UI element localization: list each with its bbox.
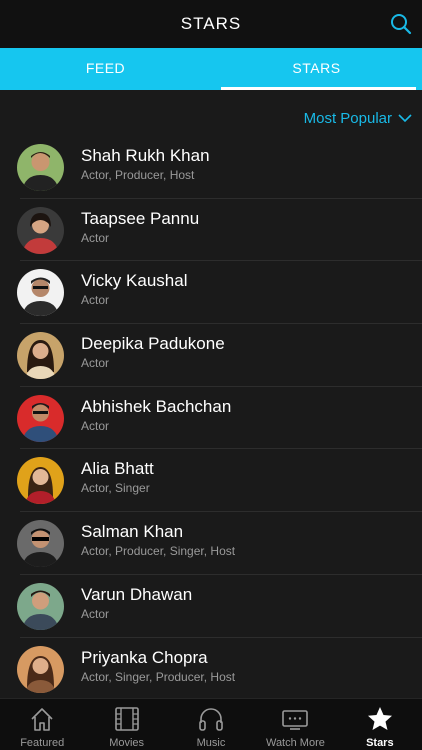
star-role: Actor	[81, 293, 110, 308]
tab-bar: FEED STARS	[0, 48, 422, 90]
bottom-nav: Featured Movies Music Watch More Stars	[0, 698, 422, 750]
stars-list: Shah Rukh Khan Actor, Producer, Host Taa…	[0, 136, 422, 700]
film-icon	[114, 707, 139, 731]
tab-feed-label: FEED	[85, 60, 126, 76]
chevron-down-icon	[398, 113, 412, 122]
star-role: Actor, Producer, Singer, Host	[81, 544, 236, 559]
avatar	[17, 269, 64, 317]
star-row[interactable]: Priyanka Chopra Actor, Singer, Producer,…	[0, 638, 422, 701]
star-row[interactable]: Varun Dhawan Actor	[0, 575, 422, 638]
nav-music[interactable]: Music	[169, 699, 253, 750]
star-name: Varun Dhawan	[81, 584, 193, 604]
avatar	[17, 206, 64, 254]
avatar	[17, 520, 64, 568]
tab-stars[interactable]: STARS	[211, 48, 422, 90]
avatar	[17, 144, 64, 191]
star-row[interactable]: Shah Rukh Khan Actor, Producer, Host	[0, 136, 422, 199]
star-role: Actor	[81, 606, 110, 621]
headphones-icon	[199, 708, 223, 731]
star-name: Taapsee Pannu	[81, 208, 200, 228]
active-tab-indicator	[221, 87, 416, 90]
star-row[interactable]: Taapsee Pannu Actor	[0, 199, 422, 262]
avatar	[17, 457, 64, 505]
search-icon[interactable]	[390, 13, 412, 35]
star-name: Deepika Padukone	[81, 334, 225, 354]
nav-music-label: Music	[196, 737, 226, 749]
sort-label: Most Popular	[303, 109, 392, 127]
page-title: STARS	[180, 14, 242, 33]
star-name: Abhishek Bachchan	[81, 396, 232, 416]
nav-stars-label: Stars	[366, 737, 394, 749]
sort-dropdown[interactable]: Most Popular	[304, 108, 412, 128]
star-row[interactable]: Deepika Padukone Actor	[0, 324, 422, 387]
nav-movies[interactable]: Movies	[84, 699, 168, 750]
top-bar: STARS	[0, 0, 422, 48]
star-role: Actor	[81, 230, 110, 245]
star-role: Actor, Producer, Host	[81, 168, 195, 182]
nav-stars[interactable]: Stars	[338, 699, 422, 750]
nav-watch-more[interactable]: Watch More	[253, 699, 337, 750]
star-row[interactable]: Alia Bhatt Actor, Singer	[0, 449, 422, 513]
star-name: Alia Bhatt	[81, 459, 154, 479]
star-role: Actor	[81, 418, 110, 433]
star-name: Vicky Kaushal	[81, 271, 188, 291]
tv-icon	[282, 710, 309, 730]
star-name: Shah Rukh Khan	[81, 146, 210, 165]
nav-watch-more-label: Watch More	[265, 737, 325, 749]
star-row[interactable]: Salman Khan Actor, Producer, Singer, Hos…	[0, 512, 422, 575]
avatar	[17, 394, 64, 442]
star-role: Actor, Singer	[81, 481, 150, 496]
avatar	[17, 582, 64, 630]
star-name: Salman Khan	[81, 522, 184, 542]
star-icon	[367, 707, 392, 730]
avatar	[17, 645, 64, 693]
avatar	[17, 332, 64, 380]
nav-featured[interactable]: Featured	[0, 699, 84, 750]
home-icon	[31, 708, 53, 731]
nav-featured-label: Featured	[20, 737, 65, 749]
star-name: Priyanka Chopra	[81, 647, 208, 667]
tab-stars-label: STARS	[292, 60, 341, 76]
tab-feed[interactable]: FEED	[0, 48, 211, 90]
star-row[interactable]: Abhishek Bachchan Actor	[0, 387, 422, 450]
star-row[interactable]: Vicky Kaushal Actor	[0, 261, 422, 325]
star-role: Actor	[81, 356, 110, 371]
nav-movies-label: Movies	[109, 737, 145, 749]
star-role: Actor, Singer, Producer, Host	[81, 669, 236, 684]
